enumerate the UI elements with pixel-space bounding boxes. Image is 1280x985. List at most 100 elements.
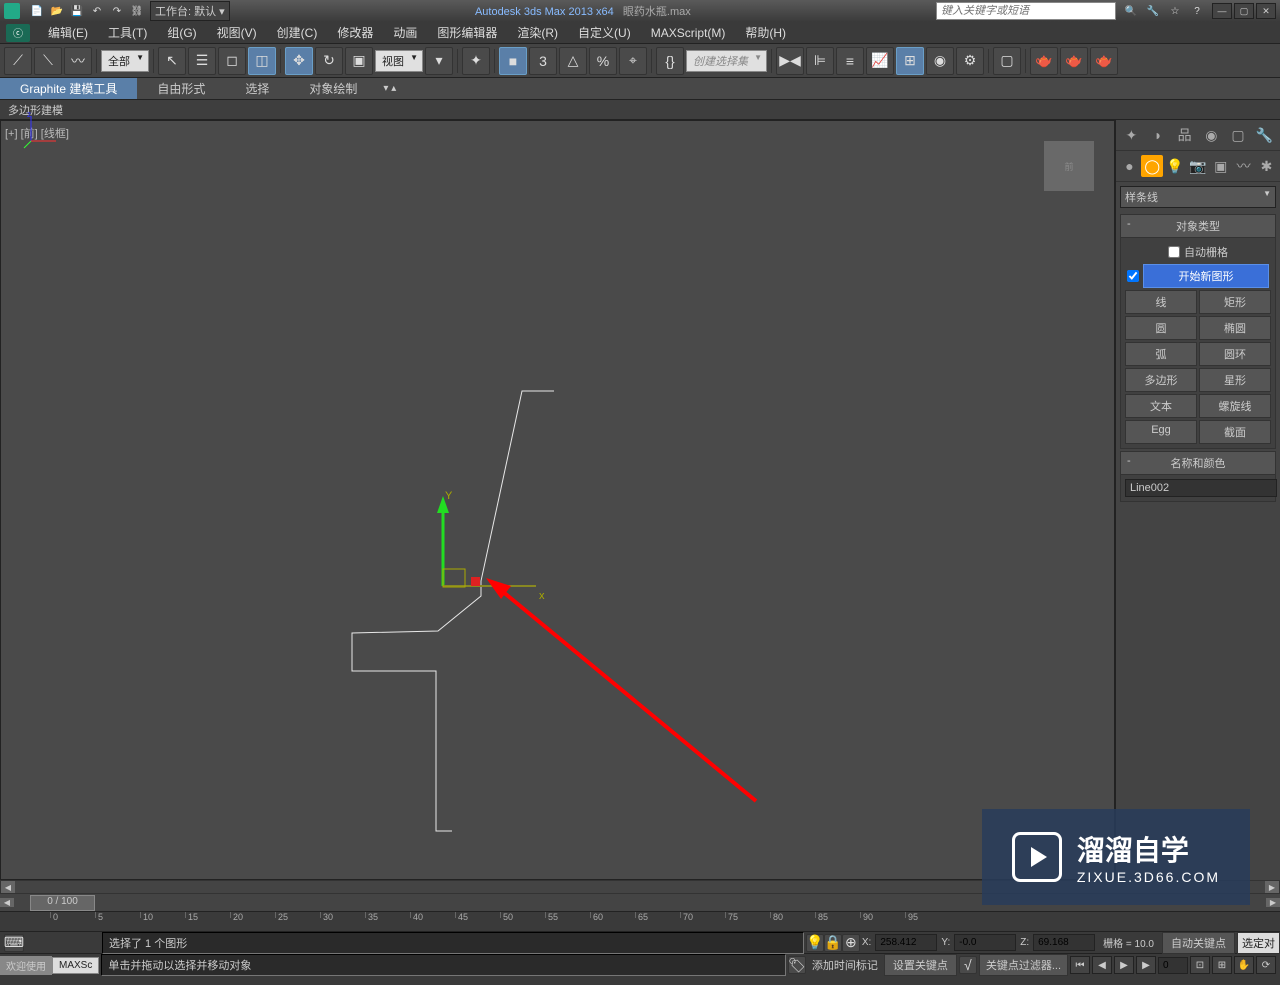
systems-icon[interactable]: ✱ bbox=[1255, 155, 1277, 177]
ribbon-tab-object-paint[interactable]: 对象绘制 bbox=[289, 78, 377, 99]
ribbon-tab-graphite[interactable]: Graphite 建模工具 bbox=[0, 78, 137, 99]
maximize-button[interactable]: ▢ bbox=[1234, 3, 1254, 19]
render-iterative-icon[interactable]: 🫖 bbox=[1060, 47, 1088, 75]
ribbon-tab-freeform[interactable]: 自由形式 bbox=[137, 78, 225, 99]
timeline-next-icon[interactable]: ▶ bbox=[1266, 898, 1280, 907]
x-coord-input[interactable] bbox=[875, 934, 937, 951]
set-key-button[interactable]: 设置关键点 bbox=[884, 954, 957, 976]
menu-maxscript[interactable]: MAXScript(M) bbox=[641, 24, 736, 42]
play-icon[interactable]: ▶ bbox=[1114, 956, 1134, 974]
spinner-snap-icon[interactable]: % bbox=[589, 47, 617, 75]
select-by-name-icon[interactable]: ☰ bbox=[188, 47, 216, 75]
menu-help[interactable]: 帮助(H) bbox=[735, 22, 796, 43]
angle-snap-icon[interactable]: 3 bbox=[529, 47, 557, 75]
menu-customize[interactable]: 自定义(U) bbox=[568, 22, 641, 43]
selection-filter-dropdown[interactable]: 全部 bbox=[101, 50, 149, 72]
star-button[interactable]: 星形 bbox=[1199, 368, 1271, 392]
autodesk-logo-icon[interactable]: ⓒ bbox=[6, 24, 30, 42]
rollout-name-color[interactable]: 名称和颜色 bbox=[1120, 451, 1276, 475]
manipulate-icon[interactable]: ✦ bbox=[462, 47, 490, 75]
layers-icon[interactable]: ≡ bbox=[836, 47, 864, 75]
ribbon-expand-icon[interactable]: ▾ ▴ bbox=[377, 83, 402, 94]
shape-category-dropdown[interactable]: 样条线 bbox=[1120, 186, 1276, 208]
curve-editor-icon[interactable]: 📈 bbox=[866, 47, 894, 75]
viewport-front[interactable]: [+] [前] [线框] 前 Y x z bbox=[0, 120, 1115, 880]
ref-coord-dropdown[interactable]: 视图 bbox=[375, 50, 423, 72]
text-button[interactable]: 文本 bbox=[1125, 394, 1197, 418]
pan-icon[interactable]: ✋ bbox=[1234, 956, 1254, 974]
wrench-icon[interactable]: 🔧 bbox=[1144, 3, 1162, 19]
time-tag-icon[interactable]: 🏷 bbox=[788, 956, 806, 974]
menu-rendering[interactable]: 渲染(R) bbox=[507, 22, 568, 43]
key-mode-icon[interactable]: √ bbox=[959, 956, 977, 974]
new-icon[interactable]: 📄 bbox=[28, 3, 46, 19]
key-filters-button[interactable]: 关键点过滤器... bbox=[979, 954, 1068, 976]
egg-button[interactable]: Egg bbox=[1125, 420, 1197, 444]
menu-animation[interactable]: 动画 bbox=[383, 22, 427, 43]
render-frame-icon[interactable]: ▢ bbox=[993, 47, 1021, 75]
auto-grid-checkbox[interactable] bbox=[1168, 246, 1180, 258]
render-icon[interactable]: 🫖 bbox=[1090, 47, 1118, 75]
rectangle-button[interactable]: 矩形 bbox=[1199, 290, 1271, 314]
render-setup-icon[interactable]: ⚙ bbox=[956, 47, 984, 75]
snap-options-icon[interactable]: ⌖ bbox=[619, 47, 647, 75]
link-icon[interactable]: ⛓ bbox=[128, 3, 146, 19]
modify-tab-icon[interactable]: ◗ bbox=[1147, 124, 1169, 146]
ribbon-tab-selection[interactable]: 选择 bbox=[225, 78, 289, 99]
isolate-icon[interactable]: ⊕ bbox=[842, 934, 860, 952]
zoom-extents-icon[interactable]: ⊡ bbox=[1190, 956, 1210, 974]
window-crossing-icon[interactable]: ◫ bbox=[248, 47, 276, 75]
select-move-icon[interactable]: ✥ bbox=[285, 47, 313, 75]
select-scale-icon[interactable]: ▣ bbox=[345, 47, 373, 75]
arc-button[interactable]: 弧 bbox=[1125, 342, 1197, 366]
snap-toggle-icon[interactable]: ■ bbox=[499, 47, 527, 75]
select-rotate-icon[interactable]: ↻ bbox=[315, 47, 343, 75]
undo-icon[interactable]: ↶ bbox=[88, 3, 106, 19]
align-icon[interactable]: ⊫ bbox=[806, 47, 834, 75]
selected-only-button[interactable]: 选定对 bbox=[1237, 932, 1280, 954]
schematic-view-icon[interactable]: ⊞ bbox=[896, 47, 924, 75]
display-tab-icon[interactable]: ▢ bbox=[1227, 124, 1249, 146]
named-selection-icon[interactable]: {} bbox=[656, 47, 684, 75]
utilities-tab-icon[interactable]: 🔧 bbox=[1254, 124, 1276, 146]
current-frame-input[interactable] bbox=[1158, 957, 1188, 974]
zoom-all-icon[interactable]: ⊞ bbox=[1212, 956, 1232, 974]
welcome-tab[interactable]: 欢迎使用 bbox=[0, 956, 52, 975]
scroll-right-icon[interactable]: ▶ bbox=[1265, 881, 1279, 893]
donut-button[interactable]: 圆环 bbox=[1199, 342, 1271, 366]
menu-edit[interactable]: 编辑(E) bbox=[38, 22, 98, 43]
cameras-icon[interactable]: 📷 bbox=[1187, 155, 1209, 177]
help-search-input[interactable] bbox=[936, 2, 1116, 20]
material-editor-icon[interactable]: ◉ bbox=[926, 47, 954, 75]
section-button[interactable]: 截面 bbox=[1199, 420, 1271, 444]
maxscript-listener-icon[interactable]: ⌨ bbox=[4, 934, 24, 952]
menu-modifiers[interactable]: 修改器 bbox=[327, 22, 383, 43]
helpers-icon[interactable]: ▣ bbox=[1210, 155, 1232, 177]
lights-icon[interactable]: 💡 bbox=[1164, 155, 1186, 177]
y-coord-input[interactable] bbox=[954, 934, 1016, 951]
render-production-icon[interactable]: 🫖 bbox=[1030, 47, 1058, 75]
star-icon[interactable]: ☆ bbox=[1166, 3, 1184, 19]
prev-frame-icon[interactable]: ◀ bbox=[1092, 956, 1112, 974]
help-icon[interactable]: ? bbox=[1188, 3, 1206, 19]
object-name-input[interactable] bbox=[1125, 479, 1277, 497]
motion-tab-icon[interactable]: ◉ bbox=[1200, 124, 1222, 146]
binoculars-icon[interactable]: 🔍 bbox=[1122, 3, 1140, 19]
lock-icon[interactable]: 🔒 bbox=[824, 934, 842, 952]
goto-start-icon[interactable]: ⏮ bbox=[1070, 956, 1090, 974]
redo-icon[interactable]: ↷ bbox=[108, 3, 126, 19]
minimize-button[interactable]: — bbox=[1212, 3, 1232, 19]
save-icon[interactable]: 💾 bbox=[68, 3, 86, 19]
named-sel-dropdown[interactable]: 创建选择集 bbox=[686, 50, 767, 72]
maxscript-tab[interactable]: MAXSc bbox=[52, 957, 99, 974]
pivot-center-icon[interactable]: ▾ bbox=[425, 47, 453, 75]
orbit-icon[interactable]: ⟳ bbox=[1256, 956, 1276, 974]
add-time-tag-label[interactable]: 添加时间标记 bbox=[806, 957, 884, 973]
next-frame-icon[interactable]: ▶ bbox=[1136, 956, 1156, 974]
z-coord-input[interactable] bbox=[1033, 934, 1095, 951]
helix-button[interactable]: 螺旋线 bbox=[1199, 394, 1271, 418]
unlink-icon[interactable]: ⟍ bbox=[34, 47, 62, 75]
select-object-icon[interactable]: ↖ bbox=[158, 47, 186, 75]
timeline-prev-icon[interactable]: ◀ bbox=[0, 898, 14, 907]
menu-graph-editors[interactable]: 图形编辑器 bbox=[427, 22, 507, 43]
